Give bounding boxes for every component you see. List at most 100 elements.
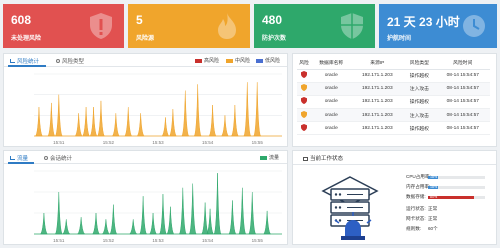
area-peak (168, 109, 178, 137)
shield-check-icon (341, 13, 363, 39)
area-peak (161, 117, 170, 137)
x-tick-label: 15:55 (252, 238, 264, 243)
area-peak (188, 183, 197, 235)
area-peak (220, 115, 230, 137)
traffic-chart-panel: 流量 会话统计 流量 15:51 15:52 15:53 15:54 15:55 (3, 150, 288, 245)
area-peak (205, 208, 215, 235)
usage-bar: 80% (428, 195, 485, 199)
legend-traffic: 流量 (260, 154, 279, 161)
x-tick-label: 15:54 (202, 238, 214, 243)
traffic-area-chart: 15:51 15:52 15:53 15:54 15:55 (34, 170, 282, 243)
x-tick-label: 15:51 (53, 238, 65, 243)
severity-shield-icon (301, 97, 307, 105)
status-label: 规则数: (406, 226, 422, 231)
x-tick-label: 15:53 (152, 238, 164, 243)
x-tick-label: 15:51 (53, 140, 65, 145)
clock-icon (463, 15, 485, 37)
active-tab-indicator (8, 65, 46, 67)
status-panel: 当前工作状态 CPU占用率: 18% 内存占用率: 18% 数据存储: 80% 运行状态: 正… (292, 150, 497, 245)
usage-value: 18% (430, 185, 438, 189)
tab-session-stats[interactable]: 会话统计 (44, 154, 72, 162)
cell-db: oracle (311, 82, 352, 96)
area-peak (148, 212, 158, 235)
cell-type: 注入攻击 (403, 82, 436, 96)
area-peak (200, 202, 210, 235)
severity-shield-icon (301, 71, 307, 79)
status-value: 正常 (428, 206, 438, 211)
severity-shield-icon (301, 84, 307, 92)
col-ip: 来源IP (351, 57, 404, 70)
table-row[interactable]: oracle 192.171.1.203 操作越权 08-14 15:54:57 (297, 69, 490, 83)
status-label: 运行状态: (406, 206, 426, 211)
risk-source-label: 风险源 (136, 36, 155, 42)
risk-source-count: 5 (136, 13, 143, 27)
area-peak (193, 84, 202, 137)
area-peak (128, 219, 138, 235)
protection-card[interactable]: 480 防护次数 (254, 4, 375, 48)
table-row[interactable]: oracle 192.171.1.203 注入攻击 08-14 15:54:57 (297, 82, 490, 96)
cell-db: oracle (311, 108, 352, 123)
shield-alert-icon (90, 13, 112, 39)
tab-traffic[interactable]: 流量 (10, 154, 28, 162)
area-peak (124, 107, 133, 137)
table-row[interactable]: oracle 192.171.1.203 注入攻击 08-14 15:54:57 (297, 108, 490, 123)
area-peak (262, 210, 272, 235)
table-header-row: 风险 数据库名称 来源IP 风险类型 风险时间 (297, 57, 490, 70)
area-peak (39, 212, 49, 235)
area-peak (109, 204, 118, 235)
risk-count: 608 (11, 13, 32, 27)
area-peak (74, 113, 83, 137)
area-peak (62, 219, 71, 235)
area-peak (181, 90, 190, 137)
area-peak (101, 219, 111, 235)
area-peak (76, 217, 86, 235)
share-icon (44, 156, 48, 160)
active-tab-indicator (8, 162, 34, 164)
area-peak (96, 100, 106, 137)
severity-cell (297, 82, 311, 96)
status-value: 60个 (428, 226, 438, 231)
risk-area-chart: 15:51 15:52 15:53 15:54 15:55 (34, 73, 282, 145)
table-row[interactable]: oracle 192.171.1.203 操作越权 08-14 15:54:57 (297, 95, 490, 110)
cell-time: 08-14 15:54:57 (435, 108, 490, 123)
status-label: 数据存储: (406, 194, 426, 199)
cell-type: 操作越权 (403, 121, 436, 136)
area-peak (89, 107, 98, 137)
cell-ip: 192.171.1.203 (351, 121, 404, 136)
col-db: 数据库名称 (311, 57, 352, 70)
area-peak (34, 107, 44, 137)
usage-bar: 18% (428, 185, 485, 189)
cell-db: oracle (311, 121, 352, 136)
x-tick-label: 15:53 (152, 140, 164, 145)
tab-risk-type[interactable]: 风险类型 (56, 57, 84, 65)
cell-db: oracle (311, 95, 352, 110)
guard-time-label: 护航时间 (387, 36, 412, 42)
protection-label: 防护次数 (262, 36, 287, 42)
line-chart-icon (10, 156, 15, 160)
guard-time-card[interactable]: 21 天 23 小时 护航时间 (379, 4, 497, 48)
legend-medium: 中风险 (226, 57, 250, 64)
area-peak (178, 187, 188, 235)
severity-cell (297, 95, 311, 110)
table-row[interactable]: oracle 192.171.1.203 操作越权 08-14 15:54:57 (297, 121, 490, 136)
x-tick-label: 15:55 (252, 140, 264, 145)
pie-chart-icon (56, 59, 60, 63)
risk-card[interactable]: 608 未处理风险 (3, 4, 124, 48)
usage-value: 80% (430, 195, 438, 199)
area-peak (138, 196, 148, 235)
area-peak (166, 206, 175, 235)
cell-time: 08-14 15:54:57 (435, 82, 490, 96)
status-value: 正常 (428, 216, 438, 221)
monitor-icon (303, 156, 308, 161)
risk-table: 风险 数据库名称 来源IP 风险类型 风险时间 oracle 192.171.1.… (297, 57, 490, 136)
cell-type: 注入攻击 (403, 108, 436, 123)
severity-shield-icon (301, 110, 307, 118)
tab-risk-stats[interactable]: 风险统计 (10, 57, 39, 65)
cell-ip: 192.171.1.203 (351, 69, 404, 83)
severity-cell (297, 69, 311, 83)
x-tick-label: 15:52 (103, 238, 115, 243)
area-peak (213, 173, 222, 235)
risk-source-card[interactable]: 5 风险源 (128, 4, 250, 48)
server-alarm-icon (321, 176, 379, 240)
status-title: 当前工作状态 (303, 154, 343, 162)
